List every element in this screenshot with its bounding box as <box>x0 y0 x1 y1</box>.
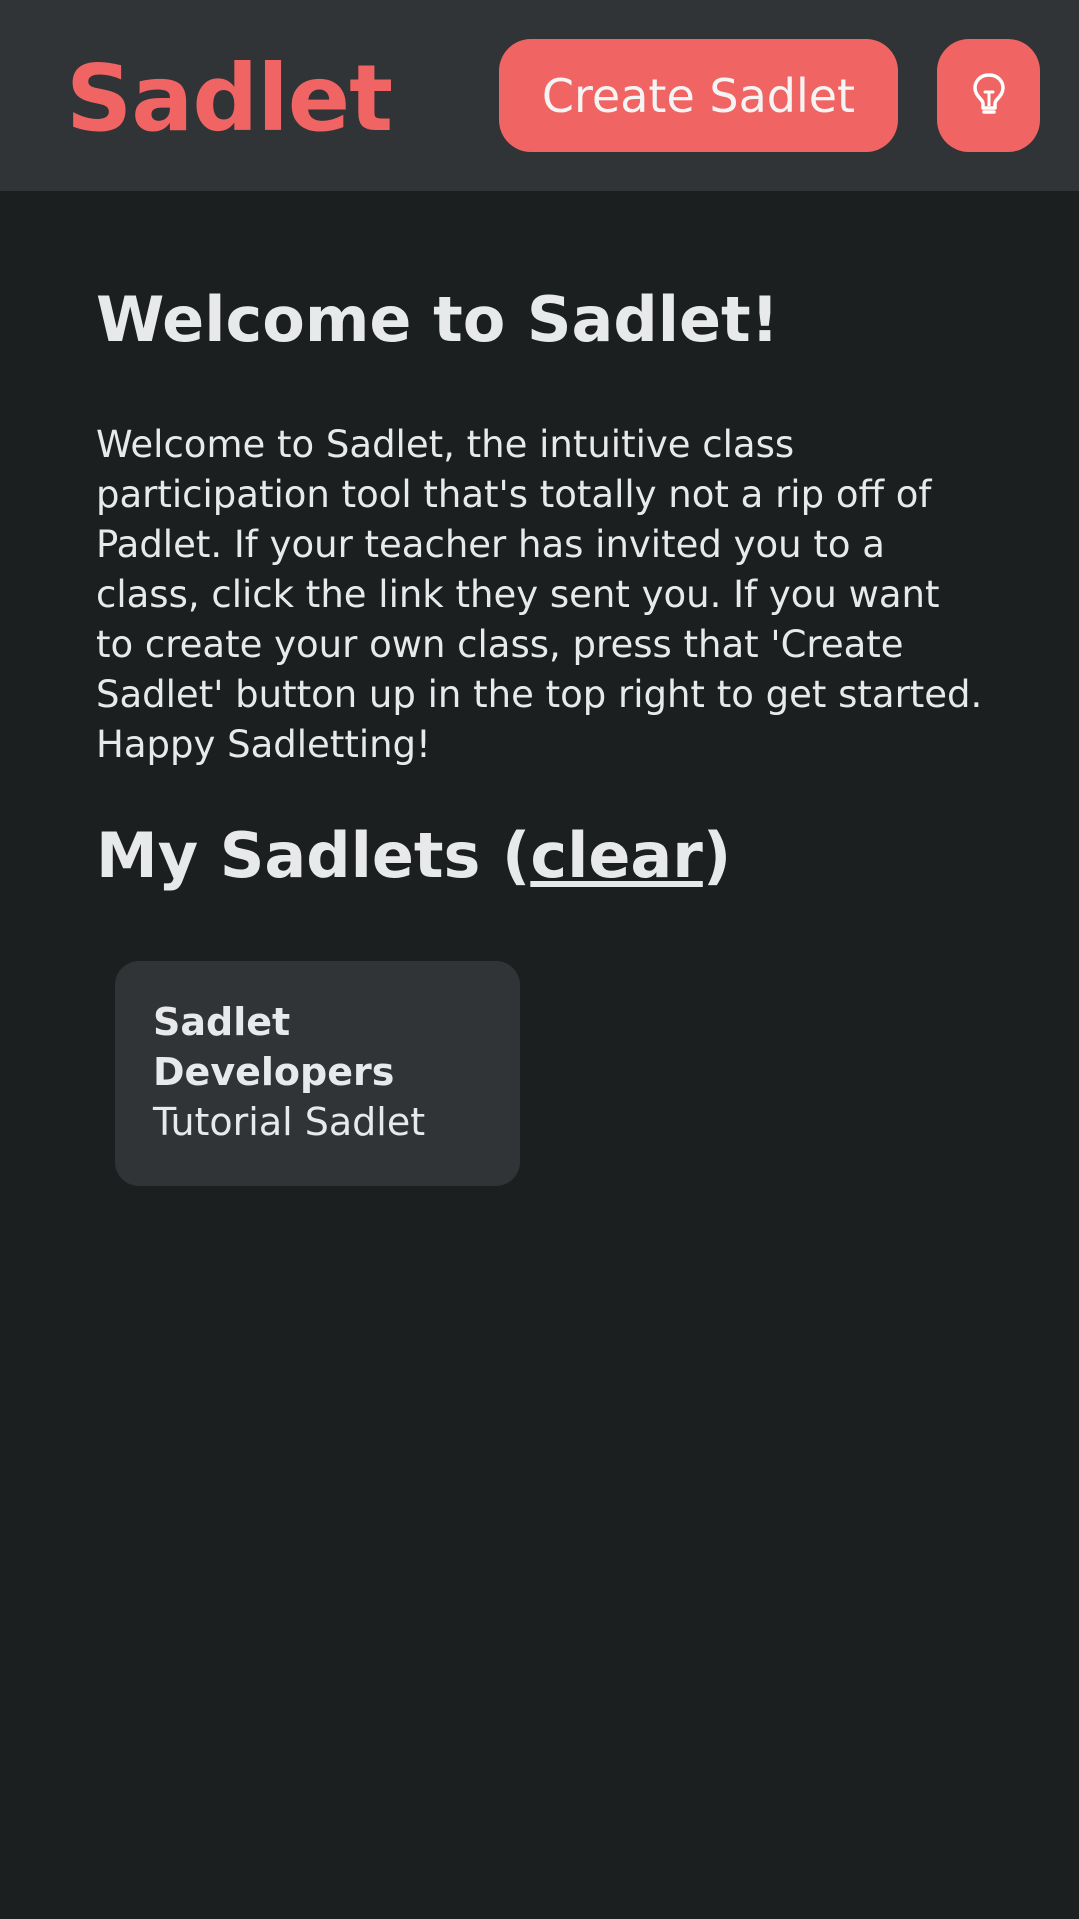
my-sadlets-label: My Sadlets ( <box>96 819 531 892</box>
sadlet-card-title: Sadlet Developers <box>153 1000 395 1094</box>
sadlet-card[interactable]: Sadlet Developers Tutorial Sadlet <box>115 961 520 1186</box>
idea-button[interactable] <box>937 39 1040 152</box>
top-bar: Sadlet Create Sadlet <box>0 0 1079 191</box>
welcome-heading: Welcome to Sadlet! <box>96 283 779 356</box>
sadlet-card-subtitle: Tutorial Sadlet <box>153 1100 426 1144</box>
welcome-paragraph: Welcome to Sadlet, the intuitive class p… <box>96 423 983 766</box>
main-content: Welcome to Sadlet! Welcome to Sadlet, th… <box>96 280 996 896</box>
app-logo[interactable]: Sadlet <box>66 44 393 154</box>
create-sadlet-button[interactable]: Create Sadlet <box>499 39 898 152</box>
my-sadlets-close-paren: ) <box>702 819 732 892</box>
clear-link[interactable]: clear <box>530 819 702 892</box>
my-sadlets-heading: My Sadlets (clear) <box>96 816 996 896</box>
lightbulb-icon <box>971 72 1007 120</box>
